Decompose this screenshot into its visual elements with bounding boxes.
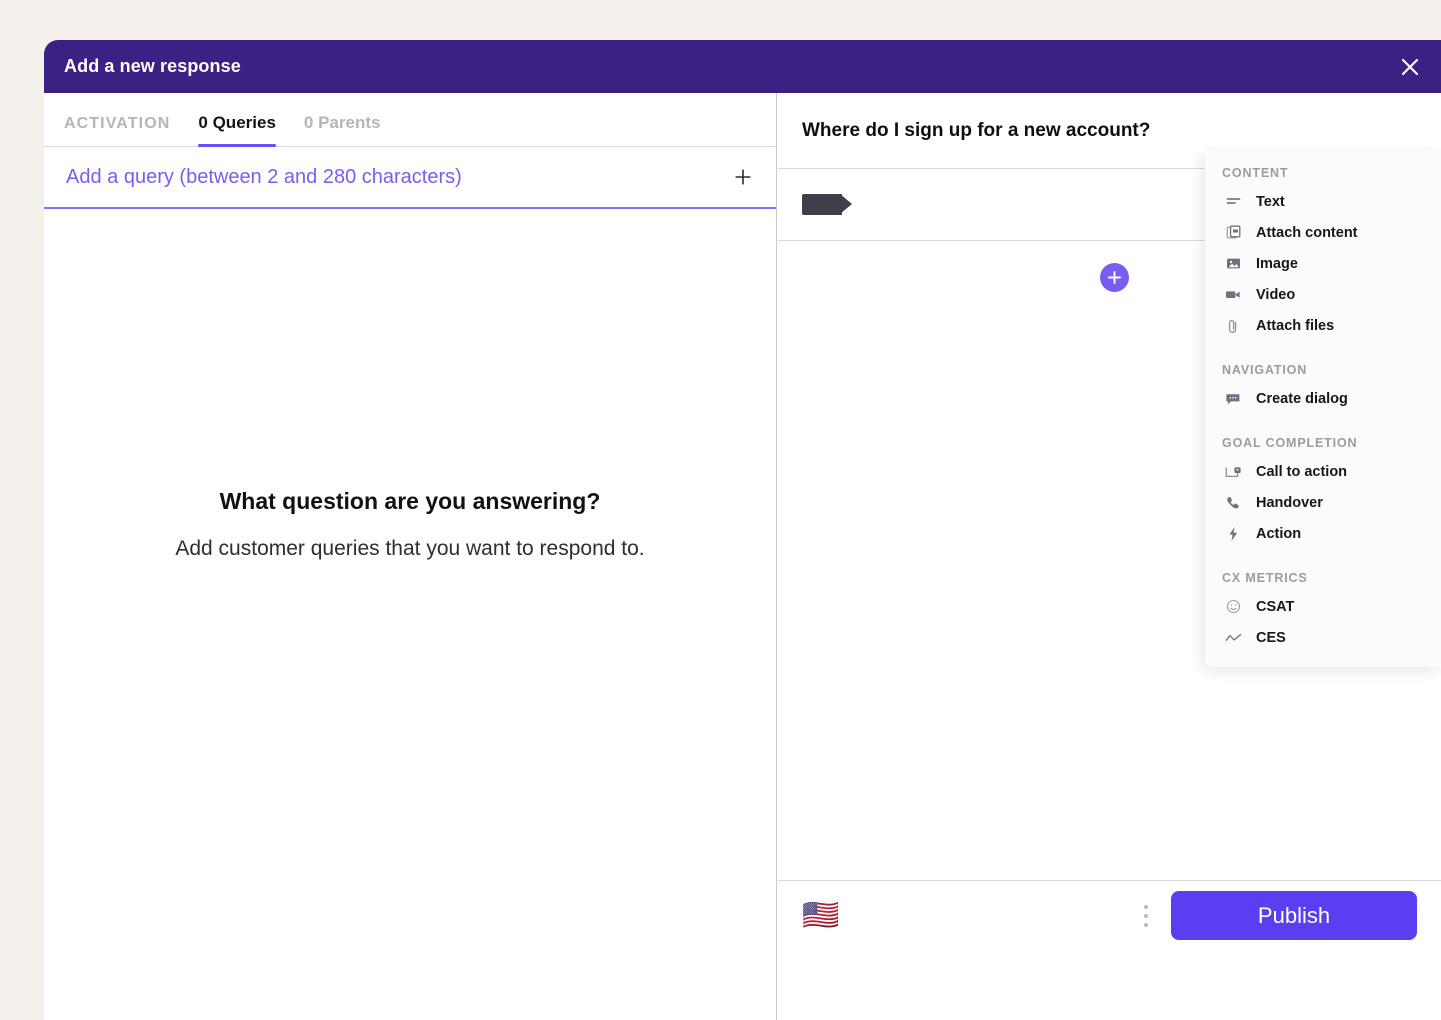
- menu-item-attach-files[interactable]: Attach files: [1205, 310, 1441, 341]
- modal-titlebar: Add a new response: [44, 40, 1441, 93]
- language-flag-icon[interactable]: 🇺🇸: [802, 900, 844, 931]
- add-query-row: [44, 147, 776, 209]
- menu-item-label: Create dialog: [1256, 390, 1348, 407]
- menu-item-label: Attach files: [1256, 317, 1335, 334]
- text-lines-icon: [1222, 194, 1244, 209]
- menu-group-label: CX METRICS: [1222, 571, 1308, 585]
- modal-body: ACTIVATION 0 Queries 0 Parents What ques…: [44, 93, 1441, 1020]
- menu-item-label: Call to action: [1256, 463, 1348, 480]
- menu-group-navigation: NAVIGATION Create dialog: [1205, 363, 1441, 414]
- tab-queries[interactable]: 0 Queries: [198, 113, 276, 147]
- menu-item-image[interactable]: Image: [1205, 248, 1441, 279]
- response-footer: 🇺🇸 Publish: [778, 880, 1441, 950]
- lightning-bolt-icon: [1222, 526, 1244, 542]
- image-icon: [1222, 256, 1244, 271]
- add-response-modal: Add a new response ACTIVATION 0 Queries …: [44, 40, 1441, 1020]
- menu-item-label: Action: [1256, 525, 1302, 542]
- close-icon[interactable]: [1393, 50, 1427, 84]
- menu-item-label: CES: [1256, 629, 1286, 646]
- page-title: Add a new response: [64, 56, 241, 76]
- more-vertical-icon[interactable]: [1135, 901, 1157, 931]
- phone-icon: [1222, 495, 1244, 510]
- menu-group-content: CONTENT Text Attach content Image Video …: [1205, 166, 1441, 341]
- publish-button[interactable]: Publish: [1171, 891, 1417, 940]
- menu-item-call-to-action[interactable]: Call to action: [1205, 456, 1441, 487]
- menu-item-action[interactable]: Action: [1205, 518, 1441, 549]
- speech-bubble-icon: [1222, 391, 1244, 406]
- menu-group-goal-completion: GOAL COMPLETION Call to action Handover …: [1205, 436, 1441, 549]
- panel-tabs: ACTIVATION 0 Queries 0 Parents: [44, 93, 776, 147]
- dot: [1144, 922, 1148, 927]
- video-camera-icon: [1222, 287, 1244, 302]
- menu-group-label: NAVIGATION: [1222, 363, 1308, 377]
- menu-group-label: GOAL COMPLETION: [1222, 436, 1358, 450]
- menu-item-label: Image: [1256, 255, 1298, 272]
- queries-empty-state: What question are you answering? Add cus…: [44, 488, 776, 561]
- tab-activation[interactable]: ACTIVATION: [64, 115, 170, 146]
- menu-item-text[interactable]: Text: [1205, 186, 1441, 217]
- add-query-plus-icon[interactable]: [730, 164, 756, 190]
- response-question: Where do I sign up for a new account?: [802, 119, 1151, 141]
- menu-item-label: CSAT: [1256, 598, 1295, 615]
- menu-item-label: Attach content: [1256, 224, 1358, 241]
- menu-item-csat[interactable]: CSAT: [1205, 591, 1441, 622]
- dot: [1144, 904, 1148, 909]
- empty-state-title: What question are you answering?: [219, 488, 601, 514]
- menu-item-create-dialog[interactable]: Create dialog: [1205, 383, 1441, 414]
- tab-parents[interactable]: 0 Parents: [304, 113, 381, 146]
- add-block-button[interactable]: [1100, 263, 1129, 292]
- menu-item-label: Video: [1256, 286, 1296, 303]
- call-to-action-icon: [1222, 465, 1244, 479]
- content-tag[interactable]: [802, 194, 852, 215]
- add-block-menu: CONTENT Text Attach content Image Video …: [1205, 150, 1441, 667]
- menu-item-video[interactable]: Video: [1205, 279, 1441, 310]
- dot: [1144, 913, 1148, 918]
- zigzag-line-icon: [1222, 632, 1244, 644]
- menu-item-label: Handover: [1256, 494, 1323, 511]
- query-input[interactable]: [64, 164, 730, 190]
- menu-group-label: CONTENT: [1222, 166, 1289, 180]
- empty-state-subtitle: Add customer queries that you want to re…: [175, 537, 645, 560]
- attach-content-icon: [1222, 225, 1244, 240]
- menu-group-cx-metrics: CX METRICS CSAT CES: [1205, 571, 1441, 653]
- menu-item-label: Text: [1256, 193, 1285, 210]
- queries-panel: ACTIVATION 0 Queries 0 Parents What ques…: [44, 93, 777, 1020]
- menu-item-handover[interactable]: Handover: [1205, 487, 1441, 518]
- menu-item-ces[interactable]: CES: [1205, 622, 1441, 653]
- menu-item-attach-content[interactable]: Attach content: [1205, 217, 1441, 248]
- paperclip-icon: [1222, 318, 1244, 334]
- smiley-icon: [1222, 599, 1244, 614]
